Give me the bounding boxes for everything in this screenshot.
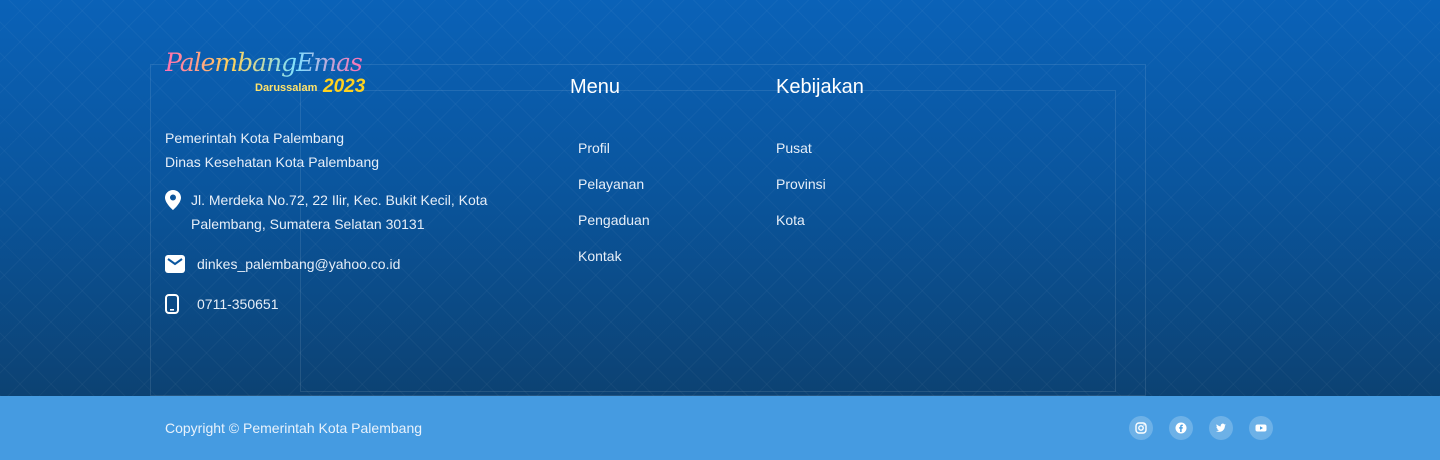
- menu-links: Profil Pelayanan Pengaduan Kontak: [578, 130, 650, 274]
- mail-icon: [165, 252, 187, 276]
- menu-link-kontak[interactable]: Kontak: [578, 238, 650, 274]
- logo-year: 2023: [323, 76, 366, 97]
- instagram-icon[interactable]: [1129, 416, 1153, 440]
- kebijakan-link-kota[interactable]: Kota: [776, 202, 826, 238]
- site-logo[interactable]: PalembangEmas Darussalam 2023: [165, 48, 375, 102]
- org-line-2: Dinas Kesehatan Kota Palembang: [165, 154, 380, 170]
- menu-link-profil[interactable]: Profil: [578, 130, 650, 166]
- menu-link-pengaduan[interactable]: Pengaduan: [578, 202, 650, 238]
- social-links: [1129, 416, 1273, 440]
- address-text: Jl. Merdeka No.72, 22 Ilir, Kec. Bukit K…: [191, 192, 488, 232]
- menu-link-pelayanan[interactable]: Pelayanan: [578, 166, 650, 202]
- map-pin-icon: [165, 188, 181, 212]
- footer-bottom-bar: Copyright © Pemerintah Kota Palembang: [0, 396, 1440, 460]
- email-link[interactable]: dinkes_palembang@yahoo.co.id: [197, 252, 400, 276]
- contact-email: dinkes_palembang@yahoo.co.id: [165, 252, 400, 276]
- logo-script-text: PalembangEmas: [165, 48, 363, 77]
- kebijakan-link-pusat[interactable]: Pusat: [776, 130, 826, 166]
- phone-icon: [165, 292, 187, 316]
- menu-title: Menu: [570, 76, 621, 98]
- kebijakan-title: Kebijakan: [776, 76, 864, 98]
- youtube-icon[interactable]: [1249, 416, 1273, 440]
- footer-main: PalembangEmas Darussalam 2023 Pemerintah…: [0, 0, 1440, 396]
- twitter-icon[interactable]: [1209, 416, 1233, 440]
- logo-sub-text: Darussalam: [255, 82, 318, 94]
- org-line-1: Pemerintah Kota Palembang: [165, 130, 344, 146]
- contact-phone: 0711-350651: [165, 292, 278, 316]
- decorative-frame: [300, 90, 1116, 392]
- copyright-text: Copyright © Pemerintah Kota Palembang: [165, 420, 423, 436]
- kebijakan-links: Pusat Provinsi Kota: [776, 130, 826, 238]
- kebijakan-link-provinsi[interactable]: Provinsi: [776, 166, 826, 202]
- facebook-icon[interactable]: [1169, 416, 1193, 440]
- organization-info: Pemerintah Kota Palembang Dinas Kesehata…: [165, 126, 379, 174]
- phone-text[interactable]: 0711-350651: [197, 292, 278, 316]
- contact-address: Jl. Merdeka No.72, 22 Ilir, Kec. Bukit K…: [165, 188, 525, 236]
